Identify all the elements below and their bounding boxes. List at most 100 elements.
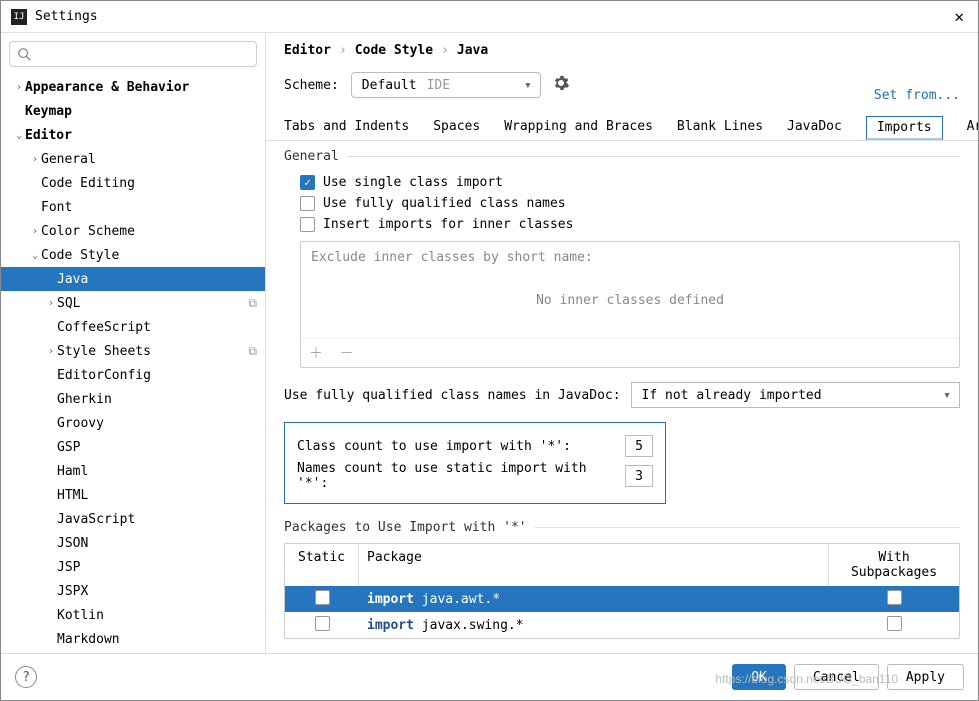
search-input[interactable] xyxy=(9,41,257,67)
copy-icon[interactable]: ⧉ xyxy=(248,296,257,311)
tree-item-html[interactable]: HTML xyxy=(1,483,265,507)
chevron-icon: › xyxy=(45,298,57,309)
import-keyword: import xyxy=(367,618,422,633)
import-keyword: import xyxy=(367,592,422,607)
remove-icon[interactable]: － xyxy=(339,346,353,362)
names-count-input[interactable] xyxy=(625,465,653,487)
subpackages-checkbox[interactable] xyxy=(887,616,902,631)
tree-item-label: JSP xyxy=(57,560,257,575)
app-icon: IJ xyxy=(11,9,27,25)
tree-item-sql[interactable]: ›SQL⧉ xyxy=(1,291,265,315)
tree-item-label: Gherkin xyxy=(57,392,257,407)
class-count-input[interactable] xyxy=(625,435,653,457)
add-icon[interactable]: ＋ xyxy=(309,346,323,362)
tab-spaces[interactable]: Spaces xyxy=(433,119,480,140)
apply-button[interactable]: Apply xyxy=(887,664,964,690)
chevron-right-icon: › xyxy=(441,43,449,58)
close-icon[interactable]: ✕ xyxy=(950,3,968,30)
tree-item-label: Font xyxy=(41,200,257,215)
static-checkbox[interactable] xyxy=(315,590,330,605)
tab-arrang[interactable]: Arrang xyxy=(967,119,978,140)
tree-item-label: GSP xyxy=(57,440,257,455)
tree-item-style-sheets[interactable]: ›Style Sheets⧉ xyxy=(1,339,265,363)
tree-item-label: Groovy xyxy=(57,416,257,431)
tree-item-label: HTML xyxy=(57,488,257,503)
tree-item-java[interactable]: Java xyxy=(1,267,265,291)
breadcrumb: Editor › Code Style › Java xyxy=(266,33,978,62)
insert-inner-checkbox[interactable] xyxy=(300,217,315,232)
tree-item-code-editing[interactable]: Code Editing xyxy=(1,171,265,195)
tree-item-label: Color Scheme xyxy=(41,224,257,239)
chevron-icon: › xyxy=(29,154,41,165)
tree-item-editorconfig[interactable]: EditorConfig xyxy=(1,363,265,387)
col-subpackages[interactable]: With Subpackages xyxy=(829,544,959,586)
titlebar: IJ Settings ✕ xyxy=(1,1,978,33)
javadoc-qualified-select[interactable]: If not already imported xyxy=(631,382,960,408)
tree-item-label: Code Style xyxy=(41,248,257,263)
tree-item-gherkin[interactable]: Gherkin xyxy=(1,387,265,411)
chevron-icon: ⌄ xyxy=(13,130,25,141)
tree-item-coffeescript[interactable]: CoffeeScript xyxy=(1,315,265,339)
tree-item-appearance-behavior[interactable]: ›Appearance & Behavior xyxy=(1,75,265,99)
tree-item-code-style[interactable]: ⌄Code Style xyxy=(1,243,265,267)
packages-legend: Packages to Use Import with '*' xyxy=(284,520,535,535)
insert-inner-label: Insert imports for inner classes xyxy=(323,217,573,232)
footer: ? OK Cancel Apply xyxy=(1,653,978,700)
tab-wrapping-and-braces[interactable]: Wrapping and Braces xyxy=(504,119,653,140)
tab-blank-lines[interactable]: Blank Lines xyxy=(677,119,763,140)
exclude-list: Exclude inner classes by short name: No … xyxy=(300,241,960,368)
subpackages-checkbox[interactable] xyxy=(887,590,902,605)
breadcrumb-item: Java xyxy=(457,43,488,58)
tree-item-label: Appearance & Behavior xyxy=(25,80,257,95)
tree-item-gsp[interactable]: GSP xyxy=(1,435,265,459)
general-group: General ✓ Use single class import Use fu… xyxy=(284,149,960,368)
tree-item-label: JSPX xyxy=(57,584,257,599)
package-row[interactable]: import java.awt.* xyxy=(285,586,959,612)
cancel-button[interactable]: Cancel xyxy=(794,664,879,690)
tree-item-jspx[interactable]: JSPX xyxy=(1,579,265,603)
scheme-label: Scheme: xyxy=(284,78,339,93)
ok-button[interactable]: OK xyxy=(732,664,786,690)
scheme-select[interactable]: Default IDE xyxy=(351,72,541,98)
class-count-label: Class count to use import with '*': xyxy=(297,439,617,454)
tree-item-groovy[interactable]: Groovy xyxy=(1,411,265,435)
tree-item-kotlin[interactable]: Kotlin xyxy=(1,603,265,627)
tree-item-markdown[interactable]: Markdown xyxy=(1,627,265,651)
static-checkbox[interactable] xyxy=(315,616,330,631)
breadcrumb-item[interactable]: Code Style xyxy=(355,43,433,58)
tree-item-editor[interactable]: ⌄Editor xyxy=(1,123,265,147)
main-panel: Editor › Code Style › Java Scheme: Defau… xyxy=(266,33,978,653)
tab-javadoc[interactable]: JavaDoc xyxy=(787,119,842,140)
use-fully-qualified-checkbox[interactable] xyxy=(300,196,315,211)
chevron-icon: › xyxy=(13,82,25,93)
tree-item-haml[interactable]: Haml xyxy=(1,459,265,483)
sidebar: ›Appearance & BehaviorKeymap⌄Editor›Gene… xyxy=(1,33,266,653)
names-count-label: Names count to use static import with '*… xyxy=(297,461,617,491)
tree-item-color-scheme[interactable]: ›Color Scheme xyxy=(1,219,265,243)
tab-imports[interactable]: Imports xyxy=(866,116,943,141)
copy-icon[interactable]: ⧉ xyxy=(248,344,257,359)
chevron-right-icon: › xyxy=(339,43,347,58)
tree-item-label: Java xyxy=(57,272,257,287)
package-row[interactable]: import javax.swing.* xyxy=(285,612,959,638)
tree-item-label: General xyxy=(41,152,257,167)
tree-item-json[interactable]: JSON xyxy=(1,531,265,555)
help-icon[interactable]: ? xyxy=(15,666,37,688)
scheme-badge: IDE xyxy=(427,78,450,93)
use-single-class-label: Use single class import xyxy=(323,175,503,190)
use-single-class-checkbox[interactable]: ✓ xyxy=(300,175,315,190)
tree-item-label: Haml xyxy=(57,464,257,479)
tree-item-general[interactable]: ›General xyxy=(1,147,265,171)
tree-item-keymap[interactable]: Keymap xyxy=(1,99,265,123)
set-from-link[interactable]: Set from... xyxy=(874,88,960,103)
tree-item-jsp[interactable]: JSP xyxy=(1,555,265,579)
tree-item-label: Keymap xyxy=(25,104,257,119)
gear-icon[interactable] xyxy=(553,75,569,95)
tree-item-font[interactable]: Font xyxy=(1,195,265,219)
tree-item-javascript[interactable]: JavaScript xyxy=(1,507,265,531)
general-legend: General xyxy=(284,149,347,164)
tab-tabs-and-indents[interactable]: Tabs and Indents xyxy=(284,119,409,140)
breadcrumb-item[interactable]: Editor xyxy=(284,43,331,58)
col-static[interactable]: Static xyxy=(285,544,359,586)
col-package[interactable]: Package xyxy=(359,544,829,586)
